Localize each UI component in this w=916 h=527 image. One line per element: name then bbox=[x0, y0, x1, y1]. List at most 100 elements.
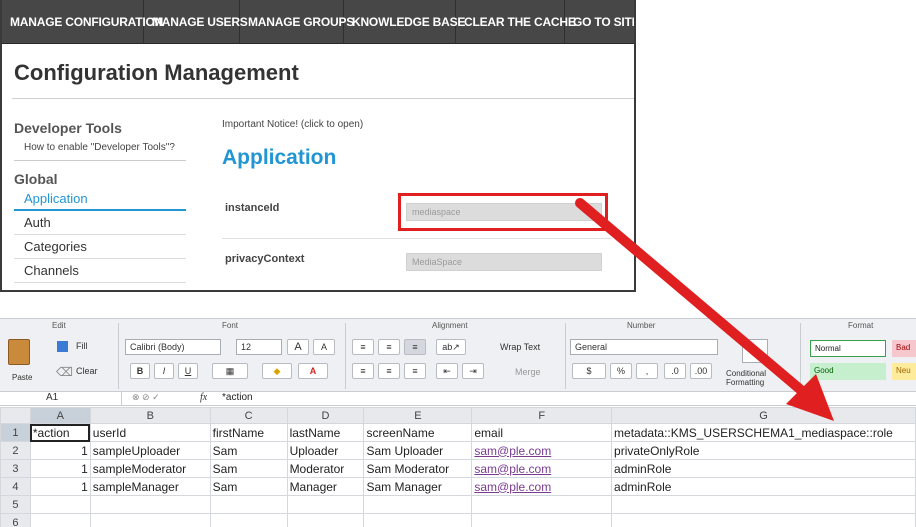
sidebar-item-enable-dev-tools[interactable]: How to enable "Developer Tools"? bbox=[14, 136, 186, 161]
comma-button[interactable]: , bbox=[636, 363, 658, 379]
currency-icon[interactable]: $ bbox=[572, 363, 606, 379]
decrease-decimal-icon[interactable]: .00 bbox=[690, 363, 712, 379]
row-header[interactable]: 3 bbox=[0, 459, 31, 478]
merge-button[interactable]: Merge bbox=[515, 367, 541, 377]
style-neutral[interactable]: Neu bbox=[892, 363, 916, 380]
column-header[interactable]: B bbox=[89, 407, 211, 424]
italic-button[interactable]: I bbox=[154, 363, 174, 379]
cell[interactable]: 1 bbox=[29, 477, 91, 496]
select-all-corner[interactable] bbox=[0, 407, 31, 424]
style-bad[interactable]: Bad bbox=[892, 340, 916, 357]
cell[interactable]: privateOnlyRole bbox=[611, 441, 916, 460]
increase-decimal-icon[interactable]: .0 bbox=[664, 363, 686, 379]
sidebar-item-application[interactable]: Application bbox=[14, 187, 186, 211]
clear-button[interactable]: Clear bbox=[76, 366, 98, 376]
cell[interactable] bbox=[363, 513, 473, 527]
cell[interactable] bbox=[89, 495, 211, 514]
fill-color-icon[interactable]: ◆ bbox=[262, 363, 292, 379]
cell[interactable]: lastName bbox=[286, 423, 365, 442]
cell[interactable] bbox=[286, 495, 365, 514]
cell[interactable]: sampleManager bbox=[89, 477, 211, 496]
cell[interactable]: adminRole bbox=[611, 477, 916, 496]
name-box[interactable]: A1 bbox=[0, 392, 122, 405]
align-middle-icon[interactable]: ≡ bbox=[378, 339, 400, 355]
underline-button[interactable]: U bbox=[178, 363, 198, 379]
cell[interactable]: Sam bbox=[209, 477, 288, 496]
cell[interactable]: sampleModerator bbox=[89, 459, 211, 478]
nav-knowledge-base[interactable]: KNOWLEDGE BASE bbox=[344, 0, 465, 43]
percent-button[interactable]: % bbox=[610, 363, 632, 379]
nav-manage-users[interactable]: MANAGE USERS bbox=[144, 0, 248, 43]
cell[interactable]: Sam bbox=[209, 441, 288, 460]
column-header[interactable]: D bbox=[286, 407, 365, 424]
column-header[interactable]: G bbox=[611, 407, 916, 424]
cell[interactable]: firstName bbox=[209, 423, 288, 442]
cell[interactable]: Manager bbox=[286, 477, 365, 496]
nav-manage-configuration[interactable]: MANAGE CONFIGURATION bbox=[2, 0, 163, 43]
column-header[interactable]: A bbox=[29, 407, 91, 424]
font-shrink-button[interactable]: A bbox=[313, 339, 335, 355]
cell[interactable]: *action bbox=[29, 423, 91, 442]
cell[interactable]: 1 bbox=[29, 441, 91, 460]
nav-manage-groups[interactable]: MANAGE GROUPS bbox=[240, 0, 354, 43]
wrap-text-button[interactable]: Wrap Text bbox=[500, 342, 540, 352]
cell[interactable]: 1 bbox=[29, 459, 91, 478]
indent-increase-icon[interactable]: ⇥ bbox=[462, 363, 484, 379]
column-header[interactable]: E bbox=[363, 407, 473, 424]
font-color-icon[interactable]: A bbox=[298, 363, 328, 379]
cell[interactable]: screenName bbox=[363, 423, 473, 442]
cell[interactable]: Sam Manager bbox=[363, 477, 473, 496]
sidebar-item-channels[interactable]: Channels bbox=[14, 259, 186, 283]
cell[interactable]: adminRole bbox=[611, 459, 916, 478]
email-link-cell[interactable]: sam@ple.com bbox=[471, 477, 613, 496]
bold-button[interactable]: B bbox=[130, 363, 150, 379]
cell[interactable] bbox=[89, 513, 211, 527]
row-header[interactable]: 1 bbox=[0, 423, 31, 442]
paste-icon[interactable] bbox=[8, 339, 30, 365]
nav-clear-cache[interactable]: CLEAR THE CACHE bbox=[456, 0, 576, 43]
cell[interactable]: Sam bbox=[209, 459, 288, 478]
conditional-formatting-icon[interactable] bbox=[742, 339, 768, 363]
email-link-cell[interactable]: sam@ple.com bbox=[471, 459, 613, 478]
cell[interactable] bbox=[471, 513, 613, 527]
number-format-dropdown[interactable]: General bbox=[570, 339, 718, 355]
align-center-icon[interactable]: ≡ bbox=[378, 363, 400, 379]
cell[interactable] bbox=[209, 495, 288, 514]
align-bottom-icon[interactable]: ≡ bbox=[404, 339, 426, 355]
font-size-dropdown[interactable]: 12 bbox=[236, 339, 282, 355]
cell[interactable]: Uploader bbox=[286, 441, 365, 460]
important-notice-link[interactable]: Important Notice! (click to open) bbox=[222, 119, 363, 130]
cell[interactable] bbox=[363, 495, 473, 514]
email-link-cell[interactable]: sam@ple.com bbox=[471, 441, 613, 460]
row-header[interactable]: 6 bbox=[0, 513, 31, 527]
cell[interactable]: metadata::KMS_USERSCHEMA1_mediaspace::ro… bbox=[611, 423, 916, 442]
nav-go-to-site[interactable]: GO TO SITE bbox=[565, 0, 634, 43]
row-header[interactable]: 2 bbox=[0, 441, 31, 460]
cell[interactable] bbox=[611, 495, 916, 514]
cell[interactable] bbox=[29, 495, 91, 514]
fill-button[interactable]: Fill bbox=[76, 341, 88, 351]
row-header[interactable]: 5 bbox=[0, 495, 31, 514]
cell[interactable]: sampleUploader bbox=[89, 441, 211, 460]
cell[interactable] bbox=[286, 513, 365, 527]
cell[interactable]: userId bbox=[89, 423, 211, 442]
cell[interactable] bbox=[471, 495, 613, 514]
sidebar-item-auth[interactable]: Auth bbox=[14, 211, 186, 235]
style-good[interactable]: Good bbox=[810, 363, 886, 380]
cell[interactable] bbox=[611, 513, 916, 527]
cell[interactable]: Sam Uploader bbox=[363, 441, 473, 460]
row-header[interactable]: 4 bbox=[0, 477, 31, 496]
align-left-icon[interactable]: ≡ bbox=[352, 363, 374, 379]
font-name-dropdown[interactable]: Calibri (Body) bbox=[125, 339, 221, 355]
sidebar-item-categories[interactable]: Categories bbox=[14, 235, 186, 259]
align-top-icon[interactable]: ≡ bbox=[352, 339, 374, 355]
orientation-icon[interactable]: ab↗ bbox=[436, 339, 466, 355]
cell[interactable] bbox=[29, 513, 91, 527]
privacycontext-input[interactable] bbox=[406, 253, 602, 271]
column-header[interactable]: F bbox=[471, 407, 613, 424]
cell[interactable] bbox=[209, 513, 288, 527]
indent-decrease-icon[interactable]: ⇤ bbox=[436, 363, 458, 379]
column-header[interactable]: C bbox=[209, 407, 288, 424]
cell[interactable]: Moderator bbox=[286, 459, 365, 478]
cell[interactable]: email bbox=[471, 423, 613, 442]
